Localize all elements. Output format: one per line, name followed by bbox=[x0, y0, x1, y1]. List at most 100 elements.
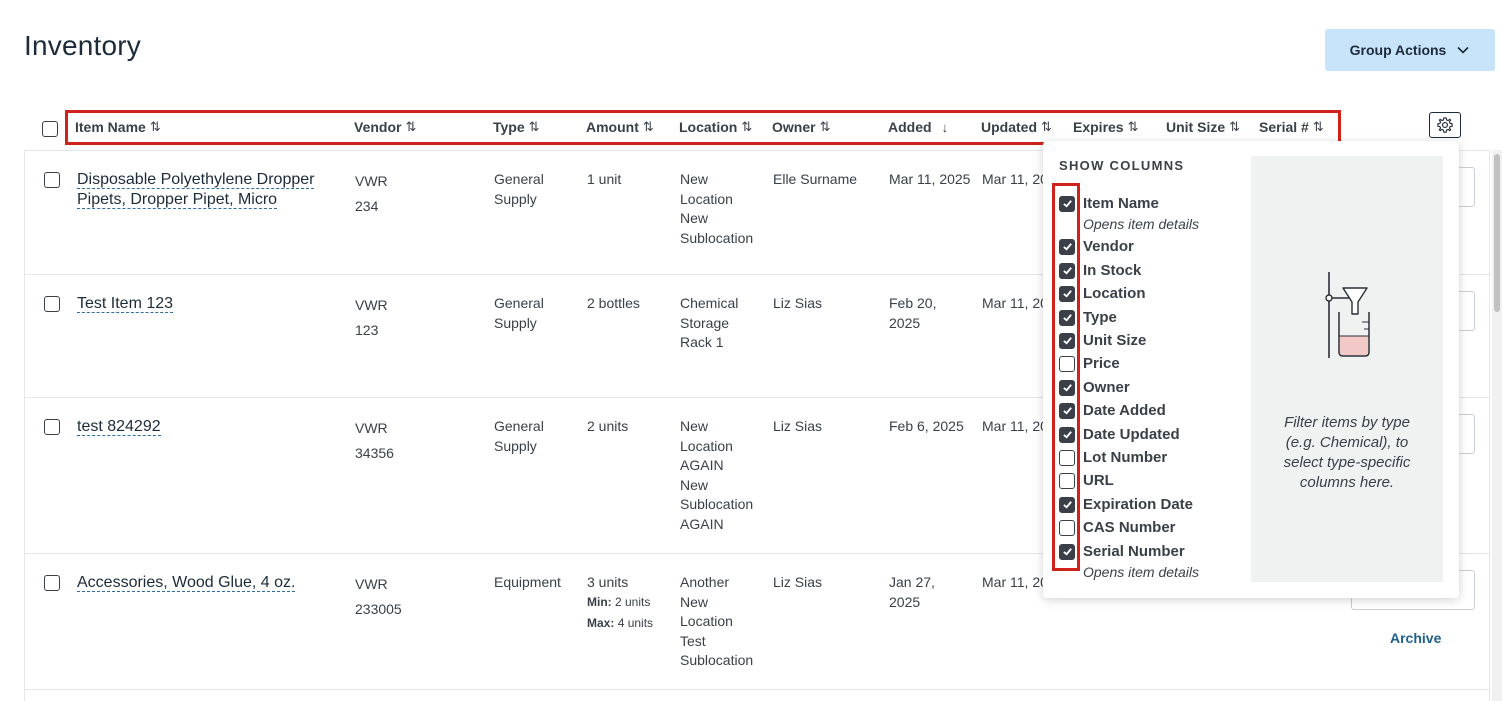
added-cell: Feb 20, 2025 bbox=[889, 295, 937, 331]
column-header-expires[interactable]: Expires ⇅ bbox=[1073, 119, 1138, 135]
column-header-amount[interactable]: Amount ⇅ bbox=[586, 119, 654, 135]
option-label: URL bbox=[1083, 472, 1114, 489]
column-option-in-stock[interactable]: In Stock bbox=[1059, 262, 1141, 279]
check-icon bbox=[1062, 431, 1072, 439]
checkbox-unchecked[interactable] bbox=[1059, 472, 1075, 489]
column-header-serial[interactable]: Serial # ⇅ bbox=[1259, 119, 1324, 135]
type-cell: Equipment bbox=[494, 574, 561, 590]
column-option-lot-number[interactable]: Lot Number bbox=[1059, 449, 1167, 466]
checkbox-checked[interactable] bbox=[1059, 379, 1075, 396]
checkbox-checked[interactable] bbox=[1059, 238, 1075, 255]
column-settings-button[interactable] bbox=[1429, 112, 1461, 138]
check-icon bbox=[1062, 384, 1072, 392]
check-icon bbox=[1062, 200, 1072, 208]
column-option-owner[interactable]: Owner bbox=[1059, 379, 1130, 396]
added-cell: Mar 11, 2025 bbox=[889, 171, 971, 187]
item-name-link[interactable]: Accessories, Wood Glue, 4 oz. bbox=[77, 573, 296, 593]
sort-icon: ⇅ bbox=[819, 119, 831, 134]
checkbox-unchecked[interactable] bbox=[1059, 449, 1075, 466]
item-name-link[interactable]: Test Item 123 bbox=[77, 294, 174, 314]
checkbox-checked[interactable] bbox=[1059, 309, 1075, 326]
row-checkbox[interactable] bbox=[44, 419, 60, 435]
column-header-label: Location bbox=[679, 119, 738, 135]
archive-link[interactable]: Archive bbox=[1390, 630, 1441, 646]
column-option-date-updated[interactable]: Date Updated bbox=[1059, 426, 1180, 443]
chevron-down-icon bbox=[1457, 46, 1469, 54]
checkbox-checked[interactable] bbox=[1059, 426, 1075, 443]
type-cell: General Supply bbox=[494, 418, 544, 454]
column-header-label: Unit Size bbox=[1166, 119, 1226, 135]
option-label: Serial Number bbox=[1083, 543, 1185, 560]
checkbox-checked[interactable] bbox=[1059, 543, 1075, 560]
location-cell: Another New Location Test Sublocation bbox=[680, 574, 754, 668]
column-option-item-name[interactable]: Item Name bbox=[1059, 195, 1159, 212]
column-header-item-name[interactable]: Item Name ⇅ bbox=[75, 119, 161, 135]
column-option-location[interactable]: Location bbox=[1059, 285, 1146, 302]
option-label: Price bbox=[1083, 355, 1120, 372]
column-header-label: Type bbox=[493, 119, 525, 135]
checkbox-unchecked[interactable] bbox=[1059, 519, 1075, 536]
sort-icon: ⇅ bbox=[1312, 119, 1324, 134]
column-option-price[interactable]: Price bbox=[1059, 355, 1120, 372]
page-title: Inventory bbox=[24, 30, 141, 61]
column-option-cas-number[interactable]: CAS Number bbox=[1059, 519, 1176, 536]
checkbox-checked[interactable] bbox=[1059, 195, 1075, 212]
vendor-cell: VWR 234 bbox=[355, 173, 388, 214]
column-option-unit-size[interactable]: Unit Size bbox=[1059, 332, 1146, 349]
type-filter-hint-text: Filter items by type (e.g. Chemical), to… bbox=[1283, 414, 1411, 491]
sort-icon: ⇅ bbox=[149, 119, 161, 134]
option-label: Date Added bbox=[1083, 402, 1166, 419]
vendor-cell: VWR 233005 bbox=[355, 576, 402, 617]
type-cell: General Supply bbox=[494, 171, 544, 207]
option-label: Unit Size bbox=[1083, 332, 1147, 349]
option-label: Vendor bbox=[1083, 238, 1134, 255]
sort-descending-icon: ↓ bbox=[941, 119, 948, 135]
vertical-scrollbar[interactable] bbox=[1492, 150, 1502, 701]
gear-icon bbox=[1437, 117, 1453, 133]
column-option-vendor[interactable]: Vendor bbox=[1059, 238, 1134, 255]
option-label: In Stock bbox=[1083, 262, 1142, 279]
column-option-url[interactable]: URL bbox=[1059, 472, 1114, 489]
item-name-link[interactable]: Disposable Polyethylene Dropper Pipets, D… bbox=[77, 170, 315, 210]
row-checkbox[interactable] bbox=[44, 575, 60, 591]
option-label: Type bbox=[1083, 309, 1117, 326]
row-checkbox[interactable] bbox=[44, 172, 60, 188]
checkbox-checked[interactable] bbox=[1059, 332, 1075, 349]
option-label: Item Name bbox=[1083, 195, 1159, 212]
owner-cell: Elle Surname bbox=[773, 171, 858, 187]
group-actions-button[interactable]: Group Actions bbox=[1325, 29, 1495, 71]
scrollbar-thumb[interactable] bbox=[1494, 154, 1500, 312]
check-icon bbox=[1062, 501, 1072, 509]
checkbox-checked[interactable] bbox=[1059, 496, 1075, 513]
option-label: Owner bbox=[1083, 379, 1130, 396]
item-name-link[interactable]: test 824292 bbox=[77, 417, 161, 437]
owner-cell: Liz Sias bbox=[773, 574, 823, 590]
column-header-added[interactable]: Added ↓ bbox=[888, 119, 948, 135]
check-icon bbox=[1062, 243, 1072, 251]
checkbox-checked[interactable] bbox=[1059, 285, 1075, 302]
column-option-date-added[interactable]: Date Added bbox=[1059, 402, 1166, 419]
option-label: Date Updated bbox=[1083, 426, 1180, 443]
column-header-label: Item Name bbox=[75, 119, 146, 135]
row-checkbox[interactable] bbox=[44, 296, 60, 312]
column-header-owner[interactable]: Owner ⇅ bbox=[772, 119, 831, 135]
owner-cell: Liz Sias bbox=[773, 418, 823, 434]
column-header-vendor[interactable]: Vendor ⇅ bbox=[354, 119, 416, 135]
column-option-type[interactable]: Type bbox=[1059, 309, 1117, 326]
checkbox-checked[interactable] bbox=[1059, 402, 1075, 419]
select-all-checkbox[interactable] bbox=[42, 121, 58, 137]
column-option-serial-number[interactable]: Serial Number bbox=[1059, 543, 1185, 560]
checkbox-unchecked[interactable] bbox=[1059, 355, 1075, 372]
amount-cell: 1 unit bbox=[587, 171, 622, 187]
column-option-expiration-date[interactable]: Expiration Date bbox=[1059, 496, 1193, 513]
column-header-unit-size[interactable]: Unit Size ⇅ bbox=[1166, 119, 1240, 135]
vendor-cell: VWR 34356 bbox=[355, 420, 394, 461]
sort-icon: ⇅ bbox=[642, 119, 654, 134]
column-header-location[interactable]: Location ⇅ bbox=[679, 119, 752, 135]
column-header-label: Serial # bbox=[1259, 119, 1309, 135]
column-header-updated[interactable]: Updated ⇅ bbox=[981, 119, 1052, 135]
sort-icon: ⇅ bbox=[741, 119, 752, 134]
checkbox-checked[interactable] bbox=[1059, 262, 1075, 279]
column-header-label: Amount bbox=[586, 119, 639, 135]
column-header-type[interactable]: Type ⇅ bbox=[493, 119, 540, 135]
